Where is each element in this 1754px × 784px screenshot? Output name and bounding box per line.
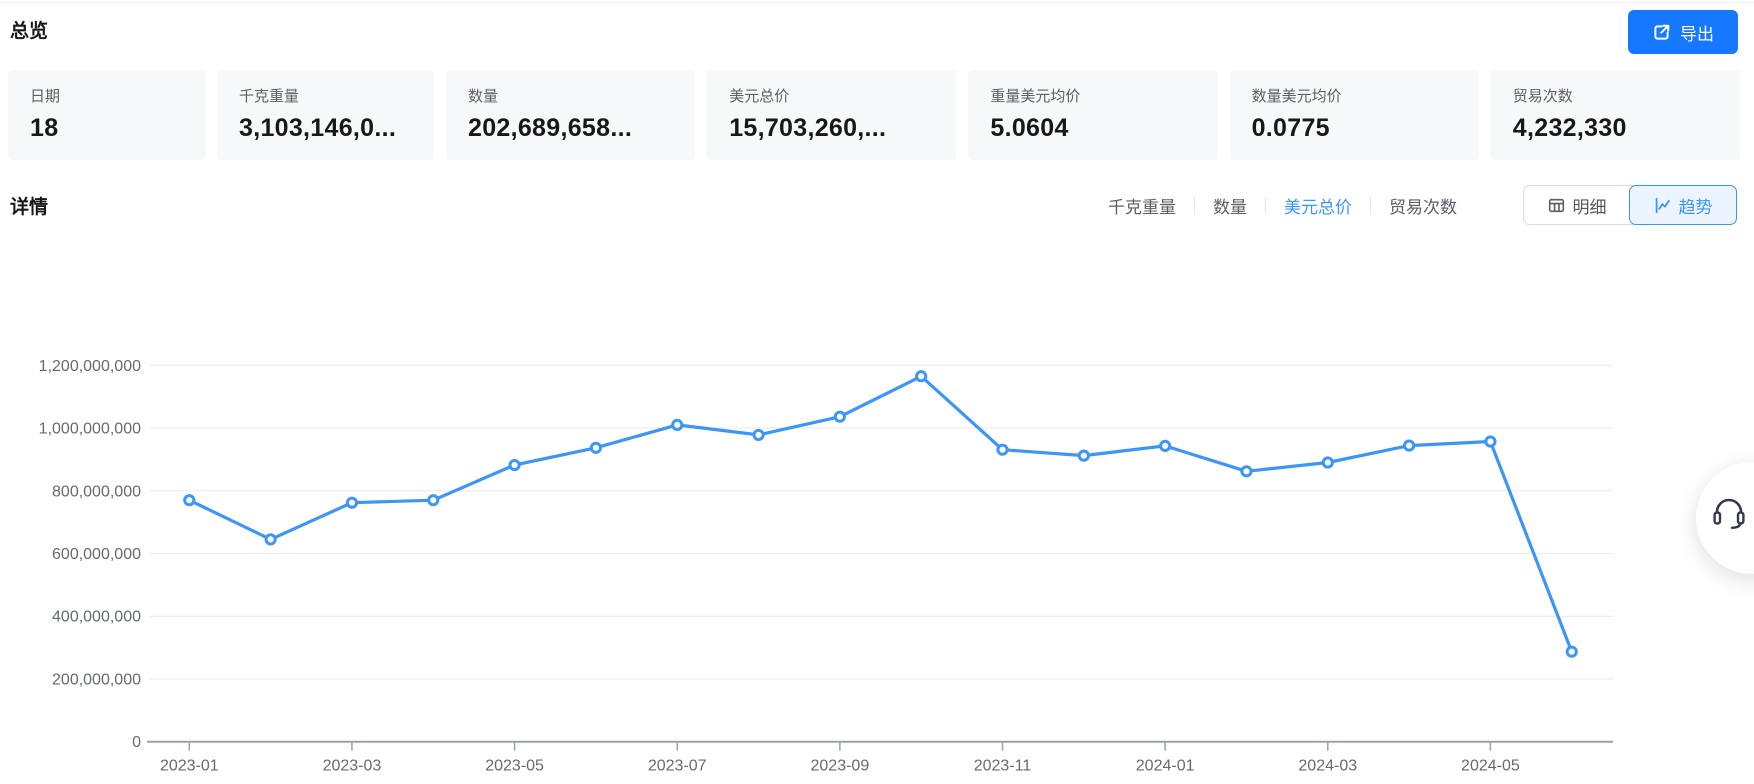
svg-text:2023-09: 2023-09 — [811, 758, 870, 775]
trend-line-chart[interactable]: 0 200,000,000 400,000,000 600,000,000 800,00… — [0, 280, 1754, 784]
export-button[interactable]: 导出 — [1628, 10, 1738, 54]
stat-card-value: 202,689,658... — [468, 114, 633, 142]
stat-card: 数量 202,689,658... — [446, 70, 696, 160]
stat-card-label: 千克重量 — [239, 88, 300, 105]
details-header: 详情 千克重量 数量 美元总价 贸易次数 明细 趋势 — [10, 183, 1737, 227]
stat-card-label: 贸易次数 — [1512, 88, 1573, 105]
svg-text:2023-11: 2023-11 — [974, 758, 1032, 775]
svg-text:200,000,000: 200,000,000 — [52, 671, 141, 688]
svg-text:2023-03: 2023-03 — [323, 758, 382, 775]
stat-card: 千克重量 3,103,146,0... — [217, 70, 434, 160]
export-icon — [1652, 23, 1671, 42]
stat-card-value: 15,703,260,... — [729, 114, 887, 142]
view-toggle-detail-label: 明细 — [1572, 197, 1607, 217]
svg-text:600,000,000: 600,000,000 — [52, 546, 141, 563]
svg-text:2024-03: 2024-03 — [1298, 758, 1357, 775]
stat-card: 日期 18 — [8, 70, 205, 160]
stat-card-value: 0.0775 — [1251, 114, 1330, 142]
svg-text:2024-01: 2024-01 — [1136, 758, 1195, 775]
view-toggle-trend-label: 趋势 — [1678, 197, 1713, 217]
svg-text:2024-05: 2024-05 — [1461, 758, 1520, 775]
stat-card-value: 5.0604 — [990, 114, 1069, 142]
svg-text:400,000,000: 400,000,000 — [52, 609, 141, 626]
stat-card: 数量美元均价 0.0775 — [1229, 70, 1479, 160]
stat-cards-row: 日期 18 千克重量 3,103,146,0... 数量 202,689,658… — [8, 70, 1740, 160]
stat-card-value: 4,232,330 — [1512, 114, 1627, 142]
metric-tab[interactable]: 千克重量 — [1090, 193, 1194, 218]
metric-tab[interactable]: 美元总价 — [1266, 193, 1370, 218]
view-toggle-detail[interactable]: 明细 — [1524, 186, 1630, 224]
metric-tabs: 千克重量 数量 美元总价 贸易次数 — [1090, 193, 1475, 218]
stat-card-label: 美元总价 — [729, 88, 790, 105]
svg-text:2023-07: 2023-07 — [648, 758, 707, 775]
trend-chart-icon — [1654, 197, 1671, 214]
svg-text:800,000,000: 800,000,000 — [52, 483, 141, 500]
metric-tab[interactable]: 数量 — [1195, 193, 1265, 218]
stat-card-label: 日期 — [30, 88, 61, 105]
top-divider — [0, 2, 1754, 3]
stat-card: 美元总价 15,703,260,... — [707, 70, 957, 160]
stat-card-label: 数量美元均价 — [1251, 88, 1342, 105]
table-icon — [1548, 197, 1565, 214]
metric-tab[interactable]: 贸易次数 — [1371, 193, 1475, 218]
stat-card: 贸易次数 4,232,330 — [1490, 70, 1740, 160]
details-title: 详情 — [10, 196, 49, 218]
stat-card: 重量美元均价 5.0604 — [968, 70, 1218, 160]
stat-card-value: 18 — [30, 114, 59, 142]
stat-card-label: 数量 — [468, 88, 499, 105]
svg-text:2023-05: 2023-05 — [485, 758, 544, 775]
stat-card-label: 重量美元均价 — [990, 88, 1081, 105]
stat-card-value: 3,103,146,0... — [239, 114, 397, 142]
export-button-label: 导出 — [1680, 24, 1714, 44]
svg-text:1,200,000,000: 1,200,000,000 — [39, 358, 141, 375]
view-toggle-trend[interactable]: 趋势 — [1629, 185, 1737, 225]
svg-text:1,000,000,000: 1,000,000,000 — [39, 421, 141, 438]
view-toggle: 明细 趋势 — [1523, 185, 1737, 225]
svg-text:2023-01: 2023-01 — [160, 758, 219, 775]
details-controls: 千克重量 数量 美元总价 贸易次数 明细 趋势 — [1090, 185, 1737, 225]
svg-text:0: 0 — [132, 734, 141, 751]
page-title: 总览 — [10, 21, 49, 42]
